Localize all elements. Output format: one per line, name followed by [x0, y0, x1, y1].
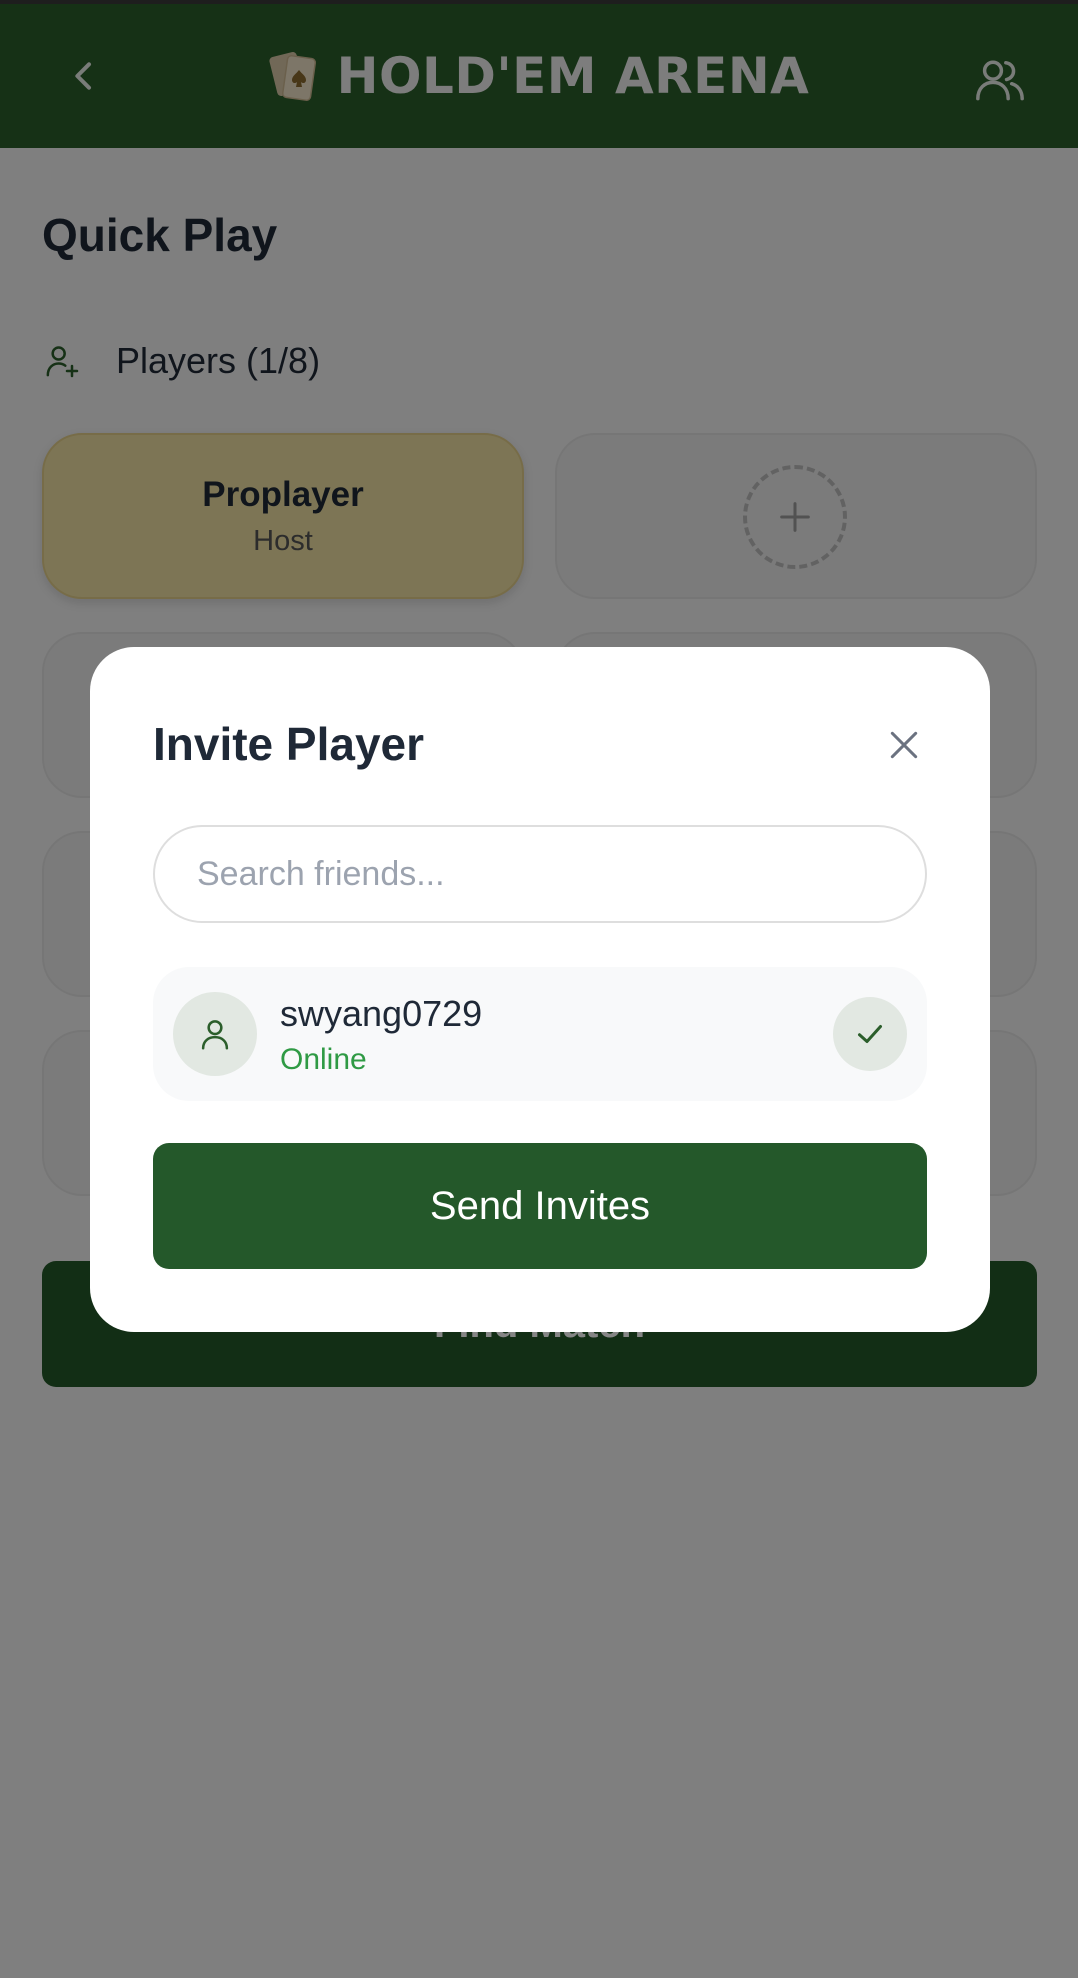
user-icon	[201, 1020, 229, 1050]
friend-name: swyang0729	[280, 993, 483, 1034]
dialog-title: Invite Player	[153, 718, 425, 770]
close-button[interactable]	[878, 719, 930, 771]
search-friends-input[interactable]	[153, 825, 927, 923]
friend-status: Online	[280, 1043, 367, 1076]
friend-list-item[interactable]: swyang0729 Online	[153, 967, 927, 1101]
friend-select-toggle[interactable]	[833, 997, 907, 1071]
check-icon	[858, 1025, 882, 1043]
close-icon	[890, 731, 918, 759]
avatar	[173, 992, 257, 1076]
send-invites-button[interactable]: Send Invites	[153, 1143, 927, 1269]
invite-player-dialog: Invite Player swyang0729 Online Send Inv…	[90, 647, 990, 1332]
